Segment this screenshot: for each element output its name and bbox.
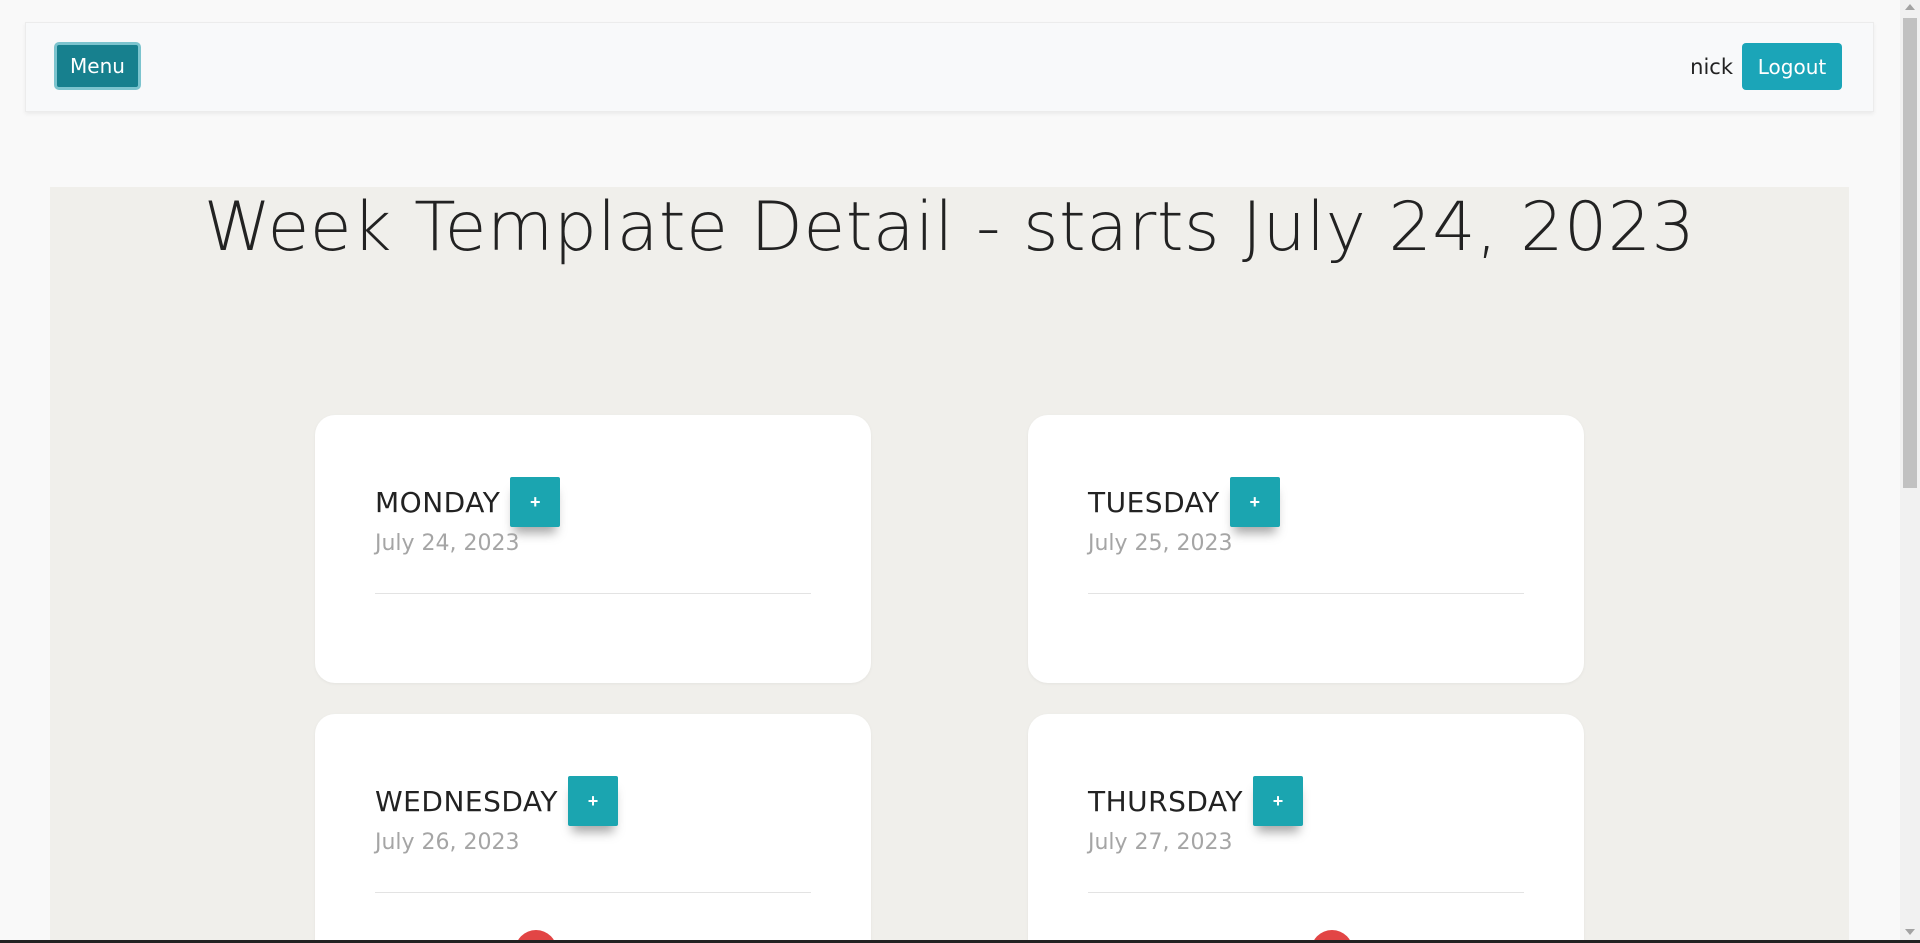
day-card-monday: MONDAY + July 24, 2023 bbox=[315, 415, 871, 683]
day-date: July 25, 2023 bbox=[1088, 531, 1233, 556]
scroll-down-arrow-icon[interactable] bbox=[1905, 929, 1915, 935]
divider bbox=[1088, 892, 1524, 893]
add-entry-button[interactable]: + bbox=[510, 477, 561, 527]
main-content: Week Template Detail - starts July 24, 2… bbox=[50, 187, 1849, 941]
divider bbox=[375, 593, 811, 594]
day-date: July 27, 2023 bbox=[1088, 830, 1233, 855]
day-date: July 26, 2023 bbox=[375, 830, 520, 855]
vertical-scrollbar[interactable] bbox=[1900, 0, 1920, 943]
logout-button[interactable]: Logout bbox=[1742, 43, 1842, 90]
menu-button[interactable]: Menu bbox=[54, 42, 141, 90]
day-header: MONDAY + bbox=[375, 477, 561, 527]
browser-viewport: Menu nick Logout Week Template Detail - … bbox=[0, 0, 1900, 941]
day-card-thursday: THURSDAY + July 27, 2023 bbox=[1028, 714, 1584, 941]
day-name: MONDAY bbox=[375, 485, 501, 519]
divider bbox=[375, 892, 811, 893]
day-name: WEDNESDAY bbox=[375, 784, 558, 818]
add-entry-button[interactable]: + bbox=[568, 776, 618, 826]
page-title: Week Template Detail - starts July 24, 2… bbox=[203, 188, 1696, 267]
day-header: WEDNESDAY + bbox=[375, 776, 618, 826]
scroll-up-arrow-icon[interactable] bbox=[1905, 4, 1915, 10]
day-name: THURSDAY bbox=[1088, 784, 1244, 818]
add-entry-button[interactable]: + bbox=[1229, 477, 1280, 527]
scroll-thumb[interactable] bbox=[1903, 18, 1917, 488]
add-entry-button[interactable]: + bbox=[1253, 776, 1304, 826]
day-card-tuesday: TUESDAY + July 25, 2023 bbox=[1028, 415, 1584, 683]
username-label: nick bbox=[1690, 55, 1733, 79]
divider bbox=[1088, 593, 1524, 594]
day-date: July 24, 2023 bbox=[375, 531, 520, 556]
day-card-wednesday: WEDNESDAY + July 26, 2023 bbox=[315, 714, 871, 941]
day-header: THURSDAY + bbox=[1088, 776, 1304, 826]
day-name: TUESDAY bbox=[1088, 485, 1220, 519]
top-navbar: Menu nick Logout bbox=[25, 22, 1874, 112]
day-header: TUESDAY + bbox=[1088, 477, 1280, 527]
